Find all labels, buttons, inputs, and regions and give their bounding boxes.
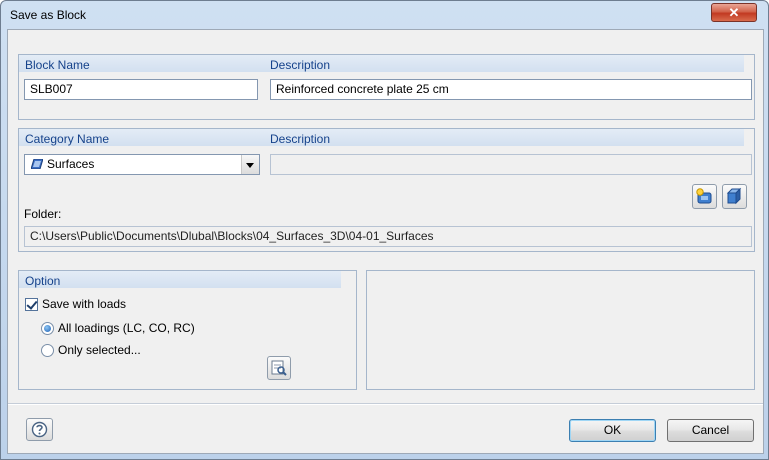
category-name-header: Category Name: [25, 132, 110, 146]
help-icon: [31, 421, 48, 438]
folder-path-field: C:\Users\Public\Documents\Dlubal\Blocks\…: [24, 226, 752, 247]
category-select-value: Surfaces: [47, 157, 95, 171]
ok-button[interactable]: OK: [569, 419, 656, 442]
all-loadings-radio[interactable]: [41, 322, 54, 335]
folder-label: Folder:: [24, 207, 62, 221]
save-as-block-dialog: Save as Block ✕ Block Name Description S…: [0, 0, 769, 460]
block-description-input[interactable]: Reinforced concrete plate 25 cm: [270, 79, 752, 100]
block-panel: Block Name Description SLB007 Reinforced…: [18, 54, 755, 120]
option-panel: Option Save with loads All loadings (LC,…: [18, 270, 357, 390]
block-name-header: Block Name: [25, 58, 90, 72]
all-loadings-label[interactable]: All loadings (LC, CO, RC): [58, 321, 195, 335]
option-panel-header: Option: [19, 271, 341, 288]
category-description-input: [270, 154, 752, 175]
window-title: Save as Block: [10, 8, 87, 22]
save-with-loads-checkbox[interactable]: [25, 298, 38, 311]
category-panel: Category Name Description Surfaces Folde…: [18, 128, 755, 252]
close-icon: ✕: [728, 5, 740, 20]
cancel-button[interactable]: Cancel: [667, 419, 754, 442]
chevron-down-icon[interactable]: [241, 155, 259, 174]
category-description-header: Description: [270, 132, 331, 146]
help-button[interactable]: [26, 418, 53, 441]
only-selected-label[interactable]: Only selected...: [58, 343, 141, 357]
edit-category-button[interactable]: [722, 184, 747, 209]
dialog-body: Block Name Description SLB007 Reinforced…: [7, 29, 764, 454]
category-select[interactable]: Surfaces: [24, 154, 260, 175]
block-panel-header: Block Name Description: [19, 55, 744, 72]
footer-separator: [8, 403, 763, 405]
category-3d-icon: [726, 187, 742, 205]
title-bar[interactable]: Save as Block ✕: [1, 1, 768, 29]
category-panel-header: Category Name Description: [19, 129, 744, 146]
block-name-input[interactable]: SLB007: [24, 79, 258, 100]
only-selected-radio[interactable]: [41, 344, 54, 357]
close-button[interactable]: ✕: [711, 3, 757, 22]
preview-panel: [366, 270, 755, 390]
select-loadings-button[interactable]: [267, 356, 291, 380]
surface-icon: [31, 159, 43, 169]
save-with-loads-label[interactable]: Save with loads: [42, 297, 126, 311]
new-category-button[interactable]: [692, 184, 717, 209]
select-loadings-icon: [271, 360, 287, 376]
new-category-icon: [696, 188, 712, 204]
option-header: Option: [25, 274, 61, 288]
block-description-header: Description: [270, 58, 331, 72]
